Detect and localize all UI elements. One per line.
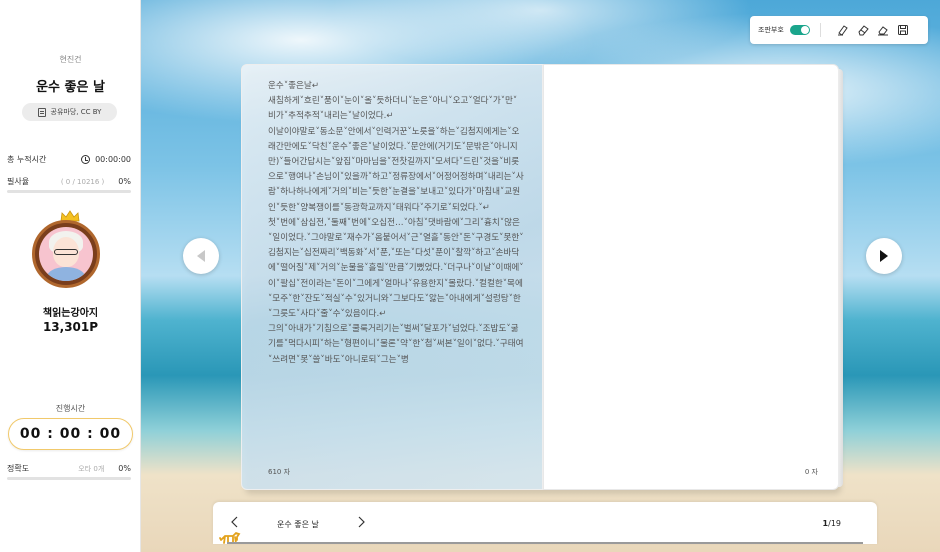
total-pages: /19 <box>828 519 841 528</box>
avatar-frame <box>32 220 100 288</box>
typing-rate-label: 필사율 <box>7 177 30 186</box>
typing-rate-bar <box>7 190 131 193</box>
typing-rate-count: ( 0 / 10216 ) <box>60 177 105 186</box>
accuracy-label: 정확도 <box>7 464 30 473</box>
accuracy-row: 정확도 오타 0개 0% <box>7 463 131 474</box>
page-indicator: 1/19 <box>823 519 841 528</box>
eraser-icon[interactable] <box>857 24 869 36</box>
avatar <box>30 210 110 290</box>
chapter-title: 운수 좋은 날 <box>277 520 319 529</box>
typing-rate-row: 필사율 ( 0 / 10216 ) 0% <box>7 176 131 187</box>
chapter-bar: 운수 좋은 날 1/19 <box>213 502 877 544</box>
license-text: 공유마당, CC BY <box>50 108 102 116</box>
triangle-right-icon <box>880 250 888 262</box>
prev-page-button[interactable] <box>183 238 219 274</box>
book: 운수˅좋은날↵ 새침하게˅흐린˅품이˅눈이˅올˅듯하더니˅눈은˅아니˅오고˅얼다… <box>241 64 843 494</box>
clear-icon[interactable] <box>877 24 889 36</box>
source-text: 운수˅좋은날↵ 새침하게˅흐린˅품이˅눈이˅올˅듯하더니˅눈은˅아니˅오고˅얼다… <box>268 81 524 365</box>
book-author: 현진건 <box>59 55 82 64</box>
accuracy-errors: 오타 0개 <box>78 464 105 473</box>
next-page-button[interactable] <box>866 238 902 274</box>
chevron-right-icon[interactable] <box>355 516 367 528</box>
progress-timer: 00 : 00 : 00 <box>8 418 133 450</box>
typing-rate-percent: 0% <box>118 177 131 186</box>
chevron-left-icon[interactable] <box>229 516 241 528</box>
highlighter-icon[interactable] <box>837 24 849 36</box>
document-icon <box>37 107 46 117</box>
toolbar-divider <box>819 23 821 37</box>
triangle-left-icon <box>197 250 205 262</box>
page-progress-track <box>227 542 863 544</box>
alarm-clock-icon <box>81 155 91 164</box>
toolbar: 조판부호 <box>750 16 928 44</box>
progress-time-label: 진행시간 <box>55 404 86 413</box>
book-title: 운수 좋은 날 <box>36 80 105 95</box>
typing-page[interactable]: 0 자 <box>543 64 843 490</box>
license-badge: 공유마당, CC BY <box>22 103 117 121</box>
reading-area: 조판부호 운수˅좋은날↵ 새침하게˅흐린˅품이˅눈이˅올˅듯하더니˅눈은˅아니˅… <box>141 0 940 552</box>
source-page: 운수˅좋은날↵ 새침하게˅흐린˅품이˅눈이˅올˅듯하더니˅눈은˅아니˅오고˅얼다… <box>241 64 543 490</box>
total-time-row: 총 누적시간 00:00:00 <box>7 154 131 165</box>
user-points: 13,301P <box>42 320 99 334</box>
accuracy-percent: 0% <box>118 464 131 473</box>
typed-char-count: 0 자 <box>804 468 818 476</box>
total-time-value: 00:00:00 <box>95 155 131 164</box>
total-time-label: 총 누적시간 <box>7 155 47 164</box>
typesetting-marks-label: 조판부호 <box>758 26 784 34</box>
typesetting-marks-toggle[interactable] <box>789 25 810 35</box>
source-char-count: 610 자 <box>268 468 291 476</box>
sidebar: 현진건 운수 좋은 날 공유마당, CC BY 총 누적시간 00:00:00 … <box>0 0 141 552</box>
accuracy-bar <box>7 477 131 480</box>
save-icon[interactable] <box>897 24 909 36</box>
user-name: 책읽는강아지 <box>42 308 99 319</box>
